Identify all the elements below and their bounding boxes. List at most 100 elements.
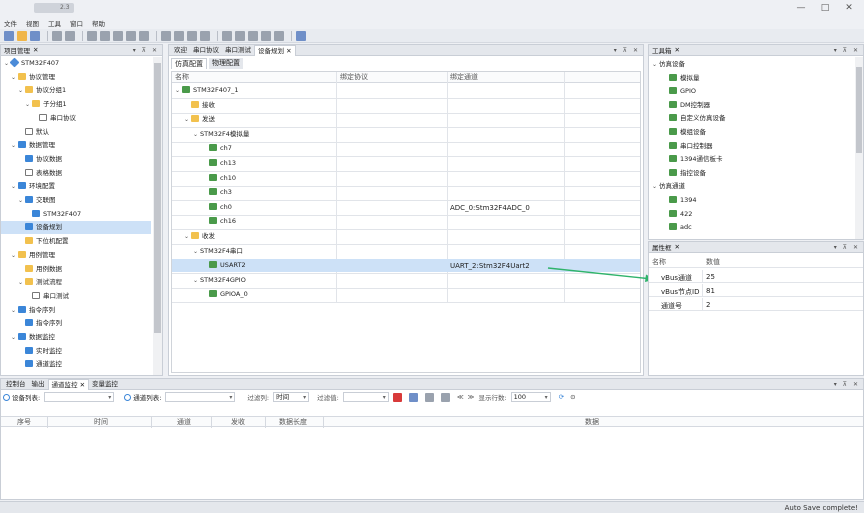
toolbox-scrollbar[interactable]	[855, 57, 863, 239]
tree-item[interactable]: 接收	[172, 99, 640, 112]
chevron-down-icon[interactable]: ⌄	[11, 139, 18, 152]
tree-item[interactable]: 表格数据	[1, 167, 151, 180]
save-icon[interactable]	[30, 30, 40, 41]
tree-item[interactable]: 串口测试	[1, 290, 151, 303]
header-bound-protocol[interactable]: 绑定协议	[340, 72, 368, 82]
tree-item[interactable]: 设备规划	[1, 221, 151, 235]
tab-welcome[interactable]: 欢迎	[171, 45, 190, 56]
tree-item[interactable]: 协议数据	[1, 153, 151, 166]
tree-item[interactable]: ⌄ STM32F4模拟量	[172, 128, 640, 141]
tree-item[interactable]: ⌄ STM32F407_1	[172, 84, 640, 97]
chevron-down-icon[interactable]: ⌄	[175, 84, 182, 97]
panel-controls[interactable]: ▾ ⊼ ✕	[834, 47, 860, 54]
tree-item[interactable]: ⌄ 环境配置	[1, 180, 151, 193]
tree-item[interactable]: ⌄ 协议分组1	[1, 84, 151, 97]
tab-variable-monitor[interactable]: 变量监控	[89, 379, 121, 390]
filter-column-select[interactable]: 时间	[273, 392, 310, 402]
tree-item[interactable]: ⌄ 协议管理	[1, 71, 151, 84]
show-rows-input[interactable]: 100	[510, 392, 551, 402]
scrollbar-thumb[interactable]	[856, 67, 862, 153]
menu-help[interactable]: 帮助	[92, 18, 105, 28]
property-value[interactable]: 25	[706, 273, 715, 281]
chevron-down-icon[interactable]: ⌄	[184, 230, 191, 243]
prev-page-icon[interactable]: ≪	[457, 393, 464, 401]
tree-item[interactable]: DM控制器	[649, 99, 855, 112]
panel-controls[interactable]: ▾ ⊼ ✕	[834, 244, 860, 251]
tree-item[interactable]: ⌄ 交联图	[1, 194, 151, 207]
tree-item[interactable]: 默认	[1, 126, 151, 139]
bound-channel-cell[interactable]: UART_2:Stm32F4Uart2	[450, 262, 530, 270]
tree-item[interactable]: STM32F407	[1, 208, 151, 221]
tab-device-planning[interactable]: 设备规划 ✕	[254, 44, 296, 56]
tool-icon[interactable]	[87, 30, 97, 41]
tree-item[interactable]: ch16	[172, 215, 640, 228]
chevron-down-icon[interactable]: ⌄	[18, 276, 25, 289]
tab-console[interactable]: 控制台	[3, 379, 29, 390]
header-data[interactable]: 数据	[585, 417, 599, 427]
tab-serial-test[interactable]: 串口测试	[222, 45, 254, 56]
header-data-length[interactable]: 数据长度	[279, 417, 307, 427]
property-row[interactable]: vBus通道 25	[649, 270, 863, 283]
open-icon[interactable]	[17, 30, 27, 41]
tree-item[interactable]: 串口协议	[1, 112, 151, 125]
header-channel[interactable]: 通道	[177, 417, 191, 427]
tree-item[interactable]: 1394	[649, 194, 855, 207]
chevron-down-icon[interactable]: ⌄	[18, 84, 25, 97]
target-icon[interactable]: ⊙	[570, 393, 575, 401]
chevron-down-icon[interactable]: ⌄	[11, 249, 18, 262]
tool-icon[interactable]	[113, 30, 123, 41]
tree-item[interactable]: ⌄ 测试流程	[1, 276, 151, 289]
minimize-button[interactable]: —	[792, 2, 810, 14]
tool-icon[interactable]	[161, 30, 171, 41]
menu-tools[interactable]: 工具	[48, 18, 61, 28]
chevron-down-icon[interactable]: ⌄	[25, 98, 32, 111]
tab-channel-monitor[interactable]: 通道监控 ✕	[47, 378, 90, 390]
tree-item[interactable]: ⌄ 收发	[172, 230, 640, 243]
tab-close-icon[interactable]: ✕	[33, 46, 38, 54]
chevron-down-icon[interactable]: ⌄	[184, 113, 191, 126]
tree-item[interactable]: 指令序列	[1, 317, 151, 330]
tab-serial-protocol[interactable]: 串口协议	[190, 45, 222, 56]
header-direction[interactable]: 发收	[231, 417, 245, 427]
next-page-icon[interactable]: ≫	[468, 393, 475, 401]
bound-channel-cell[interactable]: ADC_0:Stm32F4ADC_0	[450, 204, 530, 212]
tree-item[interactable]: ⌄ 仿真通道	[649, 180, 855, 193]
tab-close-icon[interactable]: ✕	[675, 46, 680, 54]
tab-close-icon[interactable]: ✕	[80, 381, 85, 389]
tree-item[interactable]: 通道监控	[1, 358, 151, 371]
chevron-down-icon[interactable]: ⌄	[11, 304, 18, 317]
tree-item[interactable]: 自定义仿真设备	[649, 112, 855, 125]
tab-output[interactable]: 输出	[29, 379, 48, 390]
tree-item[interactable]: ch0	[172, 201, 640, 214]
chart-icon[interactable]	[440, 392, 450, 402]
property-row[interactable]: vBus节点ID 81	[649, 284, 863, 297]
filter-value-input[interactable]	[342, 392, 389, 402]
save-icon[interactable]	[408, 392, 418, 402]
property-value[interactable]: 2	[706, 301, 710, 309]
tree-item[interactable]: ch13	[172, 157, 640, 170]
tree-item[interactable]: 1394通信板卡	[649, 153, 855, 166]
project-scrollbar[interactable]	[153, 57, 162, 375]
tree-item[interactable]: GPIOA_0	[172, 288, 640, 301]
cut-icon[interactable]	[52, 30, 62, 41]
tree-item[interactable]: ⌄ 发送	[172, 113, 640, 126]
record-icon[interactable]	[392, 392, 402, 402]
tab-close-icon[interactable]: ✕	[675, 243, 680, 251]
tree-item[interactable]: ⌄ 数据监控	[1, 331, 151, 344]
chevron-down-icon[interactable]: ⌄	[652, 58, 659, 71]
channel-list-select[interactable]	[165, 392, 236, 402]
menu-file[interactable]: 文件	[4, 18, 17, 28]
tool-icon[interactable]	[222, 30, 232, 41]
tool-icon[interactable]	[261, 30, 271, 41]
chevron-down-icon[interactable]: ⌄	[11, 180, 18, 193]
panel-controls[interactable]: ▾ ⊼ ✕	[834, 381, 860, 388]
panel-controls[interactable]: ▾ ⊼ ✕	[133, 47, 159, 54]
tool-icon[interactable]	[100, 30, 110, 41]
tree-item[interactable]: ⌄ STM32F4串口	[172, 245, 640, 258]
tree-item[interactable]: 模拟量	[649, 72, 855, 85]
copy-icon[interactable]	[65, 30, 75, 41]
tab-physical-config[interactable]: 物理配置	[209, 57, 243, 69]
tree-item[interactable]: ch7	[172, 142, 640, 155]
tree-item[interactable]: GPIO	[649, 85, 855, 98]
channel-list-radio[interactable]: 通道列表:	[124, 392, 161, 402]
